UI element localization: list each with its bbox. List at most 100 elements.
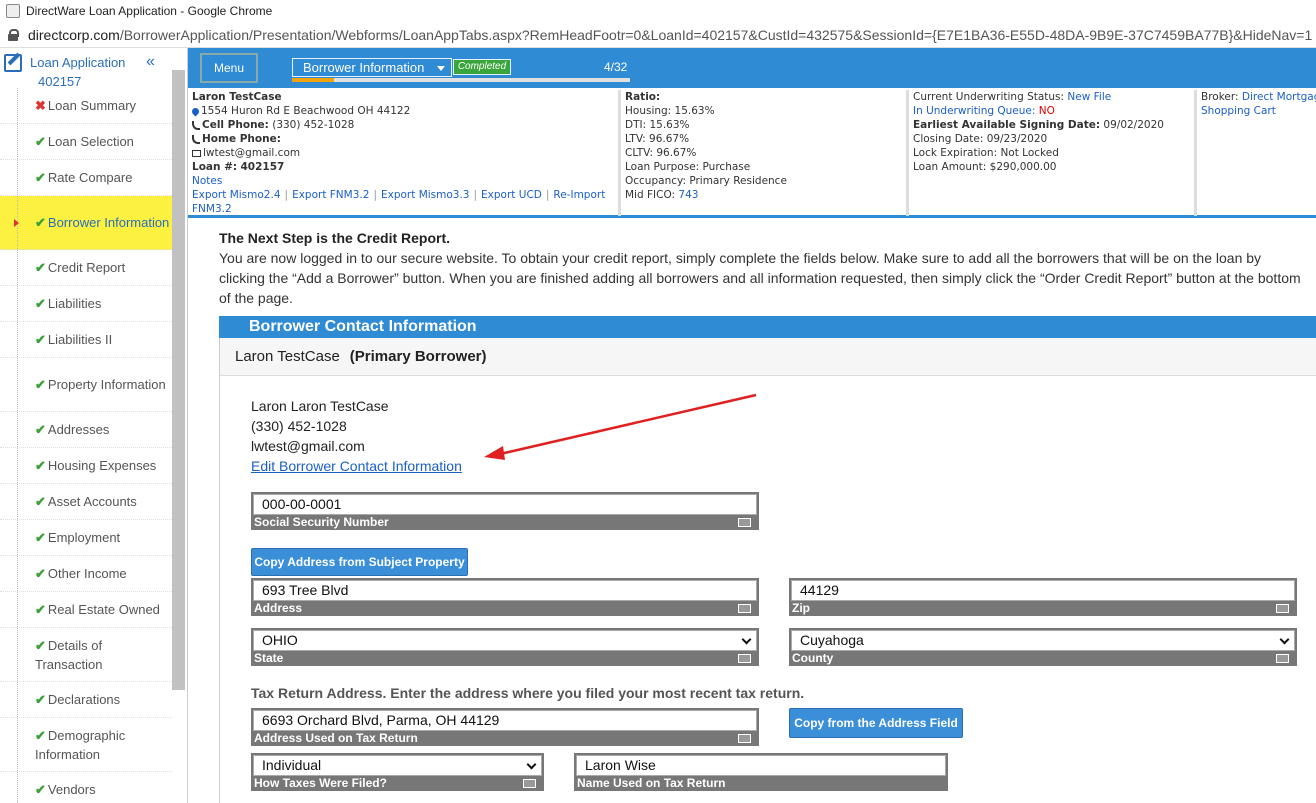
sidebar-item-label: ✔ Details of Transaction <box>35 636 172 674</box>
sidebar-item-liabilities-ii[interactable]: ✔ Liabilities II <box>0 322 172 358</box>
sidebar-item-text: Demographic Information <box>35 727 126 762</box>
sidebar-item-employment[interactable]: ✔ Employment <box>0 520 172 556</box>
check-icon: ✔ <box>35 215 46 230</box>
tree-line <box>17 358 18 411</box>
tree-line <box>17 592 18 627</box>
county-field: Cuyahoga County <box>789 628 1297 666</box>
id-card-icon <box>1276 604 1289 613</box>
borrower-email: lwtest@gmail.com <box>203 147 301 159</box>
taxes-filed-field: Individual How Taxes Were Filed? <box>251 753 544 791</box>
phone-icon <box>192 120 200 130</box>
taxes-filed-select[interactable]: Individual <box>253 755 542 776</box>
sidebar-item-property-information[interactable]: ✔ Property Information <box>0 358 172 412</box>
address-input[interactable]: 693 Tree Blvd <box>253 580 757 601</box>
sidebar-item-text: Vendors <box>47 782 96 797</box>
mid-fico-link[interactable]: 743 <box>678 189 698 201</box>
top-bar: Menu Borrower Information Completed 4/32 <box>188 48 1316 88</box>
check-icon: ✔ <box>35 602 46 617</box>
status-badge: Completed <box>453 59 511 75</box>
sidebar-item-vendors[interactable]: ✔ Vendors <box>0 772 172 803</box>
export-mismo24-link[interactable]: Export Mismo2.4 <box>192 189 281 201</box>
state-select[interactable]: OHIO <box>253 630 757 651</box>
dti-ratio: DTI: 15.63% <box>625 119 690 131</box>
edit-contact-link[interactable]: Edit Borrower Contact Information <box>251 458 462 474</box>
borrower-card-name: Laron TestCase <box>235 348 340 365</box>
sidebar-item-credit-report[interactable]: ✔ Credit Report <box>0 250 172 286</box>
sidebar-item-loan-summary[interactable]: ✖ Loan Summary <box>0 88 172 124</box>
notes-link[interactable]: Notes <box>192 175 222 187</box>
sidebar-item-text: Housing Expenses <box>47 458 157 473</box>
sidebar-item-declarations[interactable]: ✔ Declarations <box>0 682 172 718</box>
sidebar-item-other-income[interactable]: ✔ Other Income <box>0 556 172 592</box>
sidebar-item-liabilities[interactable]: ✔ Liabilities <box>0 286 172 322</box>
county-select[interactable]: Cuyahoga <box>791 630 1295 651</box>
tax-name-input[interactable]: Laron Wise <box>576 755 946 776</box>
incomplete-x-icon: ✖ <box>35 98 46 113</box>
cltv-ratio: CLTV: 96.67% <box>625 147 697 159</box>
sidebar-scrollbar[interactable] <box>172 70 185 690</box>
sidebar-item-text: Liabilities II <box>47 332 113 347</box>
borrower-card: Laron TestCase (Primary Borrower) Laron L… <box>219 338 1316 803</box>
export-ucd-link[interactable]: Export UCD <box>481 189 542 201</box>
loan-purpose: Loan Purpose: Purchase <box>625 161 751 173</box>
progress-fill <box>292 78 335 82</box>
step-select[interactable]: Borrower Information <box>292 58 452 77</box>
contact-name: Laron Laron TestCase <box>251 398 389 414</box>
ssn-field: 000-00-0001 Social Security Number <box>251 492 759 530</box>
signing-date-value: 09/02/2020 <box>1103 119 1164 131</box>
sidebar-item-label: ✔ Borrower Information <box>35 213 169 232</box>
check-icon: ✔ <box>35 134 46 149</box>
ssn-input[interactable]: 000-00-0001 <box>253 494 757 515</box>
address-bar[interactable]: directcorp.com/BorrowerApplication/Prese… <box>0 22 1316 48</box>
uw-status-link[interactable]: New File <box>1067 91 1111 103</box>
borrower-info-column: Laron TestCase 1554 Huron Rd E Beachwood… <box>188 90 621 216</box>
tax-return-heading: Tax Return Address. Enter the address wh… <box>251 685 805 701</box>
county-label: County <box>792 651 834 665</box>
intro-text: The Next Step is the Credit Report. You … <box>219 228 1309 308</box>
check-icon: ✔ <box>35 530 46 545</box>
sidebar-title[interactable]: Loan Application <box>30 55 125 70</box>
broker-link[interactable]: Direct Mortgage <box>1242 91 1316 103</box>
sidebar-item-addresses[interactable]: ✔ Addresses <box>0 412 172 448</box>
chevron-down-icon <box>526 759 537 770</box>
sidebar-item-real-estate-owned[interactable]: ✔ Real Estate Owned <box>0 592 172 628</box>
copy-from-subject-button[interactable]: Copy Address from Subject Property <box>251 548 468 576</box>
tree-line <box>17 628 18 681</box>
sidebar-item-borrower-information[interactable]: ✔ Borrower Information <box>0 196 172 250</box>
tree-line <box>17 484 18 519</box>
sidebar-item-text: Borrower Information <box>47 215 170 230</box>
sidebar-item-text: Real Estate Owned <box>47 602 160 617</box>
sidebar-item-text: Other Income <box>47 566 127 581</box>
tax-address-input[interactable]: 6693 Orchard Blvd, Parma, OH 44129 <box>253 710 757 731</box>
zip-input[interactable]: 44129 <box>791 580 1295 601</box>
sidebar-header[interactable]: Loan Application 402157 « <box>0 48 187 89</box>
loan-info-panel: Laron TestCase 1554 Huron Rd E Beachwood… <box>188 88 1316 218</box>
sidebar-item-loan-selection[interactable]: ✔ Loan Selection <box>0 124 172 160</box>
check-icon: ✔ <box>35 566 46 581</box>
collapse-sidebar-icon[interactable]: « <box>146 53 155 71</box>
tree-line <box>17 718 18 771</box>
borrower-role: (Primary Borrower) <box>349 348 487 365</box>
menu-button[interactable]: Menu <box>200 53 258 83</box>
sidebar-item-text: Rate Compare <box>47 170 133 185</box>
check-icon: ✔ <box>35 637 46 653</box>
sidebar-item-text: Declarations <box>47 692 121 707</box>
sidebar-item-rate-compare[interactable]: ✔ Rate Compare <box>0 160 172 196</box>
export-mismo33-link[interactable]: Export Mismo3.3 <box>381 189 470 201</box>
export-fnm32-link[interactable]: Export FNM3.2 <box>292 189 369 201</box>
step-select-value: Borrower Information <box>303 60 425 75</box>
uw-queue-link[interactable]: In Underwriting Queue: <box>913 105 1035 117</box>
ratio-title: Ratio: <box>625 91 661 103</box>
map-pin-icon <box>190 106 201 116</box>
loan-amount: Loan Amount: $290,000.00 <box>913 161 1057 173</box>
chevron-down-icon <box>437 66 445 71</box>
shopping-cart-link[interactable]: Shopping Cart <box>1201 105 1276 117</box>
copy-from-address-button[interactable]: Copy from the Address Field <box>789 708 963 738</box>
sidebar-item-asset-accounts[interactable]: ✔ Asset Accounts <box>0 484 172 520</box>
url-path[interactable]: /BorrowerApplication/Presentation/Webfor… <box>120 27 1312 43</box>
url-host[interactable]: directcorp.com <box>28 27 120 43</box>
sidebar-item-housing-expenses[interactable]: ✔ Housing Expenses <box>0 448 172 484</box>
sidebar-item-demographic-information[interactable]: ✔ Demographic Information <box>0 718 172 772</box>
lock-icon[interactable] <box>8 28 19 41</box>
sidebar-item-details-of-transaction[interactable]: ✔ Details of Transaction <box>0 628 172 682</box>
